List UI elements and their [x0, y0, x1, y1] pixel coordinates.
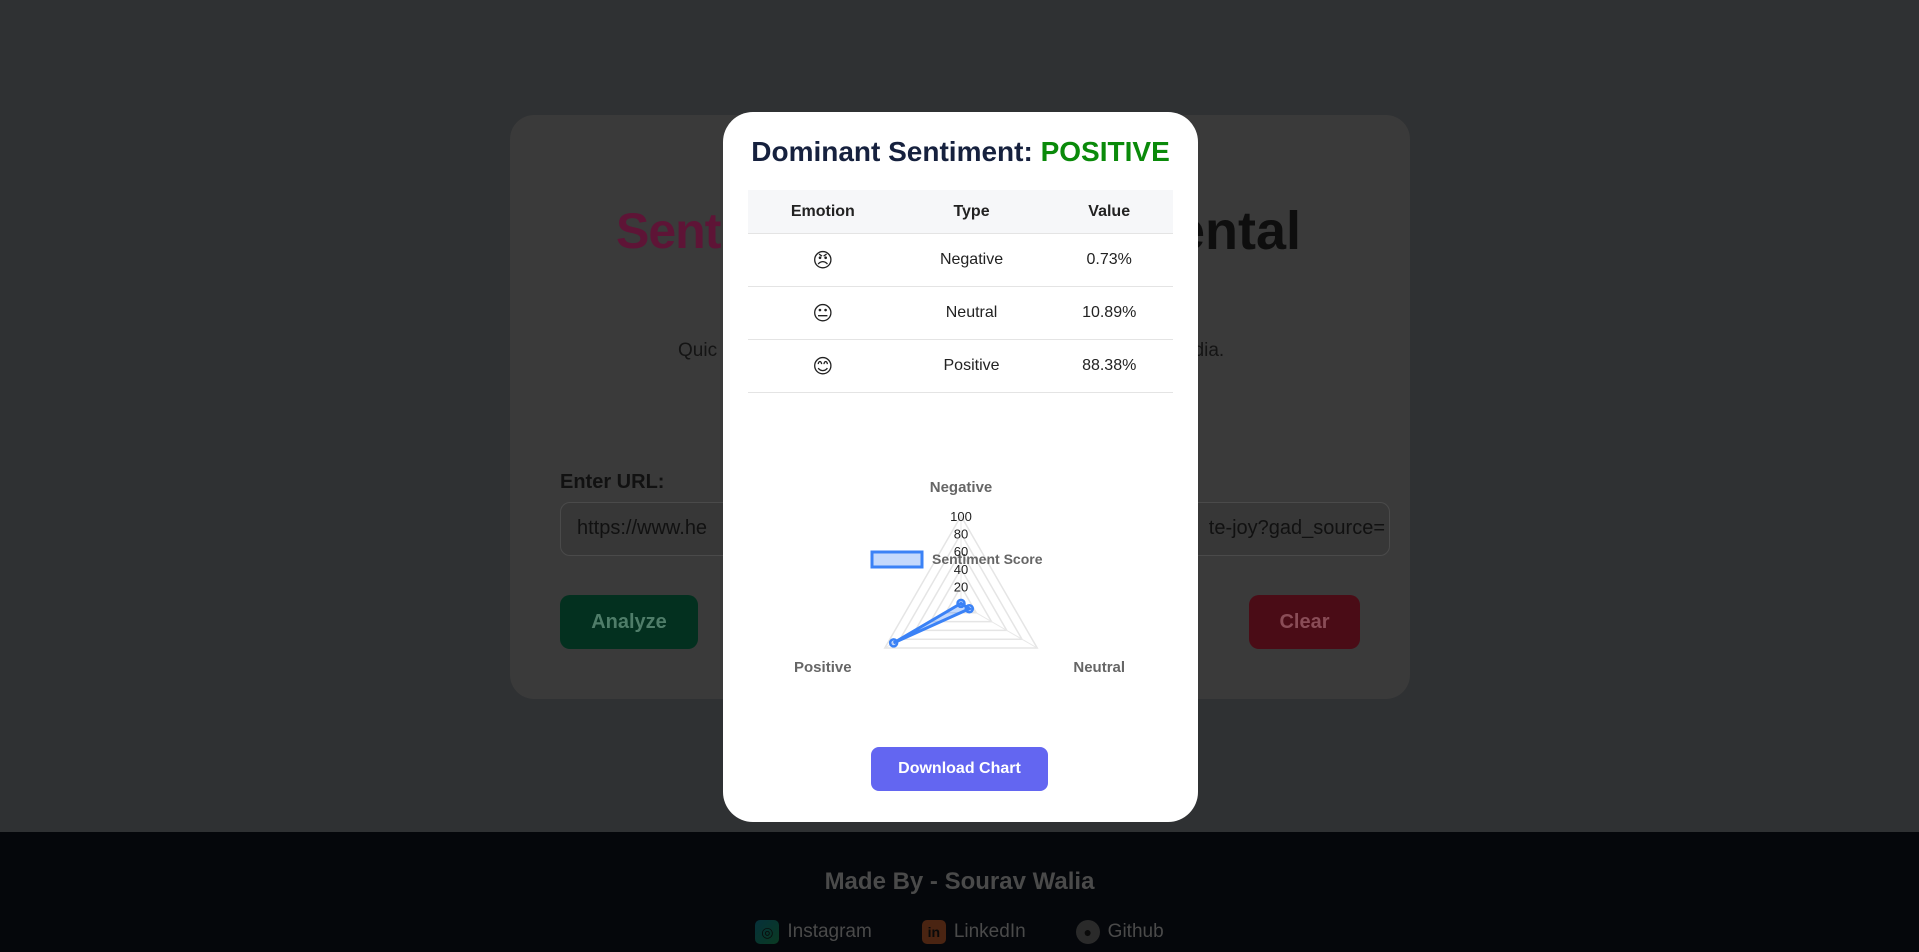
- table-row: 😠 Negative 0.73%: [748, 233, 1173, 287]
- header-emotion: Emotion: [748, 190, 898, 234]
- neutral-face-icon: 😐: [748, 286, 898, 340]
- r-tick-label: 40: [954, 562, 968, 577]
- results-modal: Dominant Sentiment: POSITIVE Emotion Typ…: [723, 112, 1198, 822]
- category-label: Neutral: [1073, 659, 1125, 676]
- legend-swatch[interactable]: [870, 550, 924, 569]
- instagram-label: Instagram: [787, 921, 872, 942]
- linkedin-label: LinkedIn: [953, 921, 1026, 942]
- radar-chart: Sentiment Score 20 40 60 80 100 Negative Neut…: [794, 479, 1125, 676]
- smiling-face-icon: 😊: [748, 339, 898, 393]
- page-title-start: Sent: [616, 203, 721, 259]
- legend-label[interactable]: Sentiment Score: [932, 551, 1043, 567]
- github-label: Github: [1107, 921, 1164, 942]
- url-value-end: te-joy?gad_source=: [1208, 517, 1385, 539]
- clear-button[interactable]: Clear: [1249, 595, 1360, 649]
- type-cell: Positive: [897, 339, 1046, 393]
- r-tick-label: 80: [954, 527, 968, 542]
- value-cell: 88.38%: [1045, 339, 1173, 393]
- data-point: [956, 598, 966, 609]
- github-icon: ●: [1075, 920, 1100, 944]
- data-point: [964, 604, 975, 614]
- type-cell: Neutral: [897, 286, 1046, 340]
- url-label: Enter URL:: [560, 471, 665, 493]
- github-link[interactable]: ● Github: [1075, 920, 1164, 944]
- category-label: Positive: [794, 659, 852, 676]
- modal-title-prefix: Dominant Sentiment:: [751, 136, 1041, 167]
- type-cell: Negative: [897, 233, 1046, 287]
- category-label: Negative: [930, 479, 993, 496]
- subtitle-start: Quic: [678, 340, 718, 361]
- value-cell: 10.89%: [1045, 286, 1173, 340]
- download-chart-button[interactable]: Download Chart: [871, 747, 1048, 791]
- angry-face-icon: 😠: [748, 233, 898, 287]
- dominant-sentiment: POSITIVE: [1040, 136, 1170, 167]
- instagram-link[interactable]: ◎ Instagram: [755, 920, 872, 944]
- r-tick-label: 100: [950, 509, 972, 524]
- r-tick-label: 20: [954, 579, 968, 594]
- sentiment-table: Emotion Type Value 😠 Negative 0.73% 😐 Ne…: [748, 190, 1173, 393]
- footer: Made By - Sourav Walia ◎ Instagram in Li…: [0, 832, 1919, 952]
- linkedin-icon: in: [921, 920, 946, 944]
- value-cell: 0.73%: [1045, 233, 1173, 287]
- table-row: 😊 Positive 88.38%: [748, 339, 1173, 393]
- analyze-button[interactable]: Analyze: [560, 595, 698, 649]
- series-area: [892, 601, 973, 645]
- url-value-start: https://www.he: [577, 517, 708, 539]
- data-point: [888, 638, 899, 648]
- instagram-icon: ◎: [755, 920, 780, 944]
- table-row: 😐 Neutral 10.89%: [748, 286, 1173, 340]
- modal-title: Dominant Sentiment: POSITIVE: [723, 136, 1198, 168]
- header-type: Type: [897, 190, 1046, 234]
- linkedin-link[interactable]: in LinkedIn: [921, 920, 1026, 944]
- r-tick-label: 60: [954, 544, 968, 559]
- header-value: Value: [1045, 190, 1173, 234]
- made-by-text: Made By - Sourav Walia: [824, 868, 1095, 895]
